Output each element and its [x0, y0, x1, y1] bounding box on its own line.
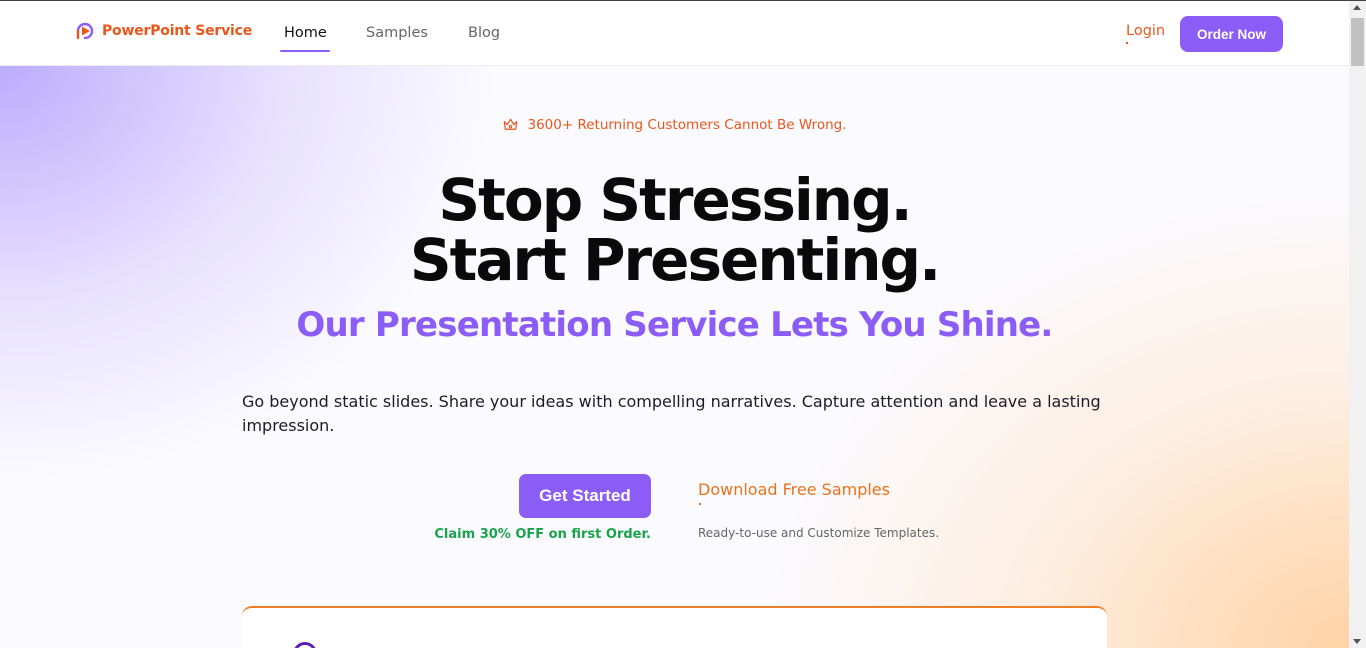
badge-text: 3600+ Returning Customers Cannot Be Wron…	[527, 116, 847, 133]
avatar	[293, 642, 317, 648]
download-note: Ready-to-use and Customize Templates.	[698, 526, 940, 540]
hero-description: Go beyond static slides. Share your idea…	[242, 392, 1101, 435]
nav-samples-link[interactable]: Samples	[366, 25, 428, 41]
scroll-down-arrow-icon[interactable]	[1353, 639, 1361, 644]
download-samples-link[interactable]: Download Free Samples	[698, 480, 890, 499]
active-nav-indicator	[280, 50, 330, 52]
scroll-up-arrow-icon[interactable]	[1353, 5, 1361, 10]
login-link[interactable]: Login	[1126, 23, 1165, 39]
headline-line-1: Stop Stressing.	[438, 166, 912, 234]
play-logo-icon	[76, 22, 94, 40]
scrollbar-thumb[interactable]	[1351, 18, 1364, 66]
navbar: PowerPoint Service Home Samples Blog Log…	[0, 1, 1349, 66]
page-scrollbar[interactable]	[1349, 1, 1366, 648]
subheadline: Our Presentation Service Lets You Shine.	[296, 305, 1053, 345]
discount-note: Claim 30% OFF on first Order.	[434, 527, 651, 542]
preview-card	[242, 606, 1107, 648]
nav-home-link[interactable]: Home	[284, 25, 327, 41]
hero-section: 3600+ Returning Customers Cannot Be Wron…	[0, 66, 1349, 648]
brand-logo-link[interactable]: PowerPoint Service	[75, 21, 252, 41]
order-now-button[interactable]: Order Now	[1180, 16, 1283, 52]
customers-badge: 3600+ Returning Customers Cannot Be Wron…	[0, 116, 1349, 133]
nav-blog-link[interactable]: Blog	[468, 25, 500, 41]
download-link-marker	[699, 503, 701, 505]
crown-icon	[504, 118, 518, 130]
headline-line-2: Start Presenting.	[409, 226, 941, 294]
brand-name: PowerPoint Service	[102, 23, 253, 39]
get-started-button[interactable]: Get Started	[519, 474, 651, 518]
login-link-marker	[1126, 42, 1128, 44]
